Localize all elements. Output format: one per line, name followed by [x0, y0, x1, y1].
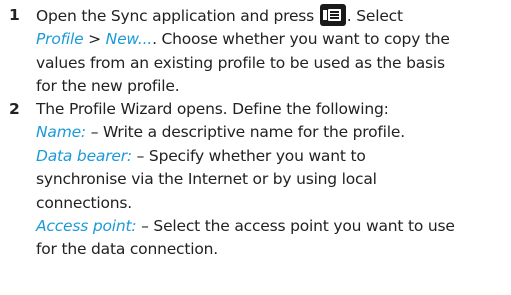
menu-key-icon [319, 4, 346, 26]
field-description: – Specify whether you want to [136, 146, 366, 165]
field-description: synchronise via the Internet or by using… [36, 170, 377, 189]
field-access-point: Access point: – Select the access point … [36, 215, 506, 238]
step-1-text-a: Open the Sync application and press [36, 7, 315, 25]
menu-path-separator: > [83, 30, 106, 49]
step-number: 2 [9, 100, 20, 118]
step-2-intro: The Profile Wizard opens. Define the fol… [36, 100, 389, 118]
menu-path-new: New... [105, 30, 153, 49]
step-1-text-d: values from an existing profile to be us… [36, 53, 445, 72]
field-description: connections. [36, 193, 133, 212]
step-number: 1 [9, 6, 20, 24]
field-label: Data bearer: [36, 146, 132, 165]
step-1-text-b: . Select [346, 7, 403, 25]
step-text: The Profile Wizard opens. Define the fol… [36, 98, 506, 262]
step-text: Open the Sync application and press . Se… [36, 4, 506, 99]
field-name: Name: – Write a descriptive name for the… [36, 121, 506, 144]
field-data-bearer: Data bearer: – Specify whether you want … [36, 145, 506, 168]
field-description: for the data connection. [36, 240, 218, 259]
menu-path-profile: Profile [36, 30, 84, 49]
field-description: – Write a descriptive name for the profi… [90, 123, 405, 142]
step-1-text-c: . Choose whether you want to copy the [152, 30, 450, 49]
field-label: Access point: [36, 217, 137, 236]
step-1-text-e: for the new profile. [36, 77, 180, 96]
instruction-page: 1 Open the Sync application and press . … [0, 0, 511, 295]
field-label: Name: [36, 123, 86, 142]
field-description: – Select the access point you want to us… [141, 217, 455, 236]
